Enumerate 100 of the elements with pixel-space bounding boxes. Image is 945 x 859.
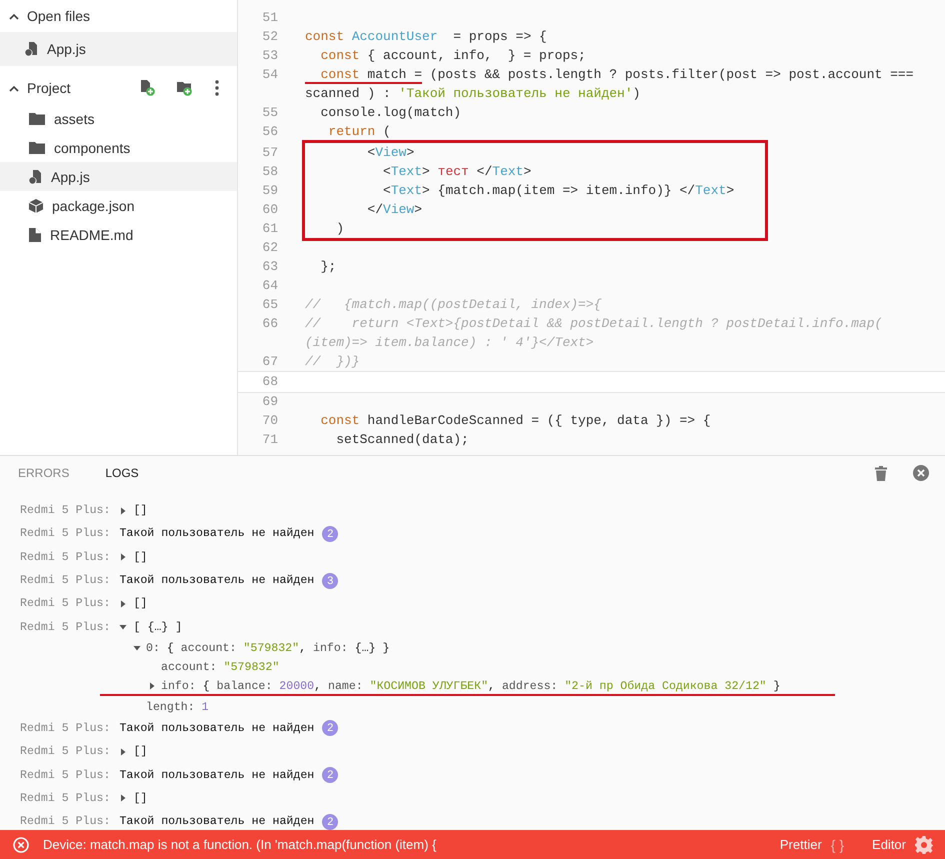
error-message: Device: match.map is not a function. (In 'match.map(function (item) { xyxy=(43,837,438,852)
section-title[interactable]: Open files xyxy=(27,8,225,24)
console-tab[interactable]: LOGS xyxy=(105,466,139,480)
new-folder-icon[interactable] xyxy=(177,80,193,96)
folder-icon xyxy=(29,141,45,154)
code-line: <Text> {match.map(item => item.info)} </Text> xyxy=(382,182,736,200)
log-message: Такой пользователь не найден xyxy=(119,768,314,782)
status-button[interactable]: Prettier { } xyxy=(780,836,844,852)
count-badge: 2 xyxy=(322,526,338,542)
chevron-up-icon[interactable] xyxy=(9,84,19,92)
code-line: console.log(match) xyxy=(320,104,462,122)
collapsed-arrow-icon[interactable] xyxy=(119,600,128,608)
line-number: 64 xyxy=(261,277,279,295)
log-message: Такой пользователь не найден xyxy=(119,815,314,828)
code-line: }; xyxy=(320,258,338,276)
log-value: [] xyxy=(133,504,148,518)
section-title[interactable]: Project xyxy=(27,80,133,96)
package-icon xyxy=(29,198,43,212)
log-value: [] xyxy=(133,745,148,758)
code-line: const match = (posts && posts.length ? posts.filter(post => post.account === xyxy=(305,65,945,84)
log-value: [ {…} ] xyxy=(133,620,182,634)
log-source: Redmi 5 Plus: xyxy=(20,768,110,782)
expanded-arrow-icon[interactable] xyxy=(133,644,141,652)
line-number: 52 xyxy=(261,28,279,46)
log-message: Такой пользователь не найден xyxy=(119,527,314,540)
log-source: Redmi 5 Plus: xyxy=(20,550,110,564)
code-line: scanned ) : 'Такой пользователь не найден') xyxy=(305,85,642,103)
chevron-up-icon[interactable] xyxy=(9,12,19,20)
log-value: info: { balance: 20000, name: "КОСИМОВ УЛУГБЕК", address: "2-й пр Обида Содикова 32/12" } xyxy=(161,680,780,693)
collapsed-arrow-icon[interactable] xyxy=(148,682,156,690)
log-source: Redmi 5 Plus: xyxy=(20,574,110,588)
settings-icon[interactable] xyxy=(915,836,933,854)
file-item[interactable]: package.json xyxy=(0,191,237,220)
file-icon xyxy=(25,42,38,56)
code-line: ) xyxy=(335,220,346,238)
line-number: 51 xyxy=(261,9,279,27)
collapsed-arrow-icon[interactable] xyxy=(119,553,128,562)
file-icon xyxy=(29,170,42,184)
code-line: // })} xyxy=(305,353,361,371)
line-number: 60 xyxy=(261,201,279,219)
log-source: Redmi 5 Plus: xyxy=(20,792,110,805)
line-number: 63 xyxy=(261,258,279,276)
line-number: 57 xyxy=(261,144,279,162)
code-line: <View> xyxy=(366,144,416,162)
code-line: return ( xyxy=(327,123,392,141)
file-icon xyxy=(29,228,41,242)
collapsed-arrow-icon[interactable] xyxy=(119,748,128,756)
file-item[interactable]: App.js xyxy=(0,32,237,66)
code-line: // return <Text>{postDetail && postDetail.length ? postDetail.info.map( xyxy=(305,315,884,333)
line-number: 59 xyxy=(261,182,279,200)
log-value: 0: { account: "579832", info: {…} } xyxy=(146,642,390,655)
more-icon[interactable] xyxy=(215,80,219,96)
log-message: Такой пользователь не найден xyxy=(119,722,314,735)
trash-icon[interactable] xyxy=(875,466,887,480)
line-number: 56 xyxy=(261,123,279,141)
line-number: 65 xyxy=(261,296,279,314)
file-item[interactable]: assets xyxy=(0,104,237,133)
error-icon xyxy=(13,836,29,852)
count-badge: 2 xyxy=(322,814,338,830)
log-source: Redmi 5 Plus: xyxy=(20,722,110,735)
log-source: Redmi 5 Plus: xyxy=(20,815,110,828)
count-badge: 3 xyxy=(322,572,338,589)
code-line: (item)=> item.balance) : ' 4'}</Text> xyxy=(305,334,595,352)
new-file-icon[interactable] xyxy=(141,80,155,96)
line-number: 71 xyxy=(261,431,279,449)
count-badge: 2 xyxy=(322,720,338,736)
code-line: setScanned(data); xyxy=(335,431,470,449)
line-number: 54 xyxy=(261,66,279,84)
line-number: 61 xyxy=(261,220,279,238)
log-source: Redmi 5 Plus: xyxy=(20,527,110,540)
log-value: [] xyxy=(133,550,148,564)
collapsed-arrow-icon[interactable] xyxy=(119,794,128,802)
count-badge: 2 xyxy=(322,767,338,784)
code-line: <Text> тест </Text> xyxy=(382,163,532,181)
close-icon[interactable] xyxy=(913,465,929,481)
code-line: // {match.map((postDetail, index)=>{ xyxy=(305,296,602,314)
log-value: [] xyxy=(133,792,148,805)
folder-icon xyxy=(29,112,45,125)
log-source: Redmi 5 Plus: xyxy=(20,745,110,758)
line-number: 53 xyxy=(261,47,279,65)
line-number: 70 xyxy=(261,412,279,430)
line-number: 62 xyxy=(261,239,279,257)
code-line: const { account, info, } = props; xyxy=(320,47,587,65)
log-source: Redmi 5 Plus: xyxy=(20,620,110,634)
file-item[interactable]: App.js xyxy=(0,162,237,191)
log-message: Такой пользователь не найден xyxy=(119,574,314,588)
expanded-arrow-icon[interactable] xyxy=(119,623,128,632)
log-value: account: "579832" xyxy=(161,660,280,674)
file-item[interactable]: components xyxy=(0,133,237,162)
line-number: 55 xyxy=(261,104,279,122)
code-line: const handleBarCodeScanned = ({ type, data }) => { xyxy=(320,412,712,430)
line-number: 67 xyxy=(261,353,279,371)
code-line: </View> xyxy=(366,201,424,219)
log-value: [] xyxy=(133,597,148,610)
log-source: Redmi 5 Plus: xyxy=(20,597,110,610)
file-item[interactable]: README.md xyxy=(0,220,237,249)
line-number: 69 xyxy=(261,393,279,411)
collapsed-arrow-icon[interactable] xyxy=(119,506,128,515)
log-value: length: 1 xyxy=(146,700,209,714)
status-button[interactable]: Editor xyxy=(872,836,933,854)
